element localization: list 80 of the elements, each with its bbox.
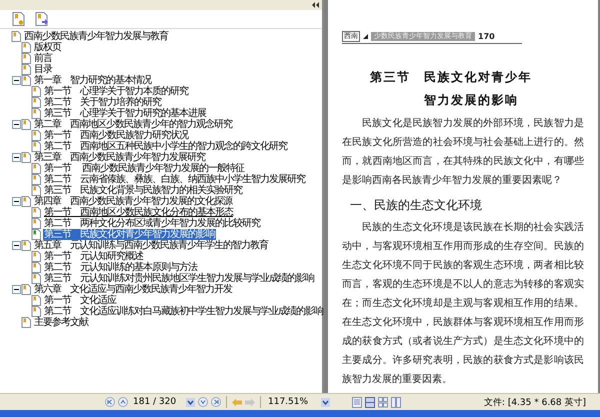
bookmark-icon	[11, 31, 21, 42]
bookmark-item[interactable]: 主要参考文献	[33, 317, 89, 328]
bookmark-icon	[21, 284, 31, 295]
bookmark-icon	[21, 152, 31, 163]
bookmark-item[interactable]: 第三节 心理学关于智力研究的基本进展	[43, 108, 207, 119]
page-number: 170	[478, 32, 495, 41]
continuous-facing-icon[interactable]	[391, 396, 401, 408]
bookmark-item[interactable]: 第四章 西南少数民族青少年智力发展的文化探源	[33, 196, 233, 207]
bookmark-item[interactable]: 第一章 智力研究的基本情况	[33, 75, 152, 86]
next-page-icon[interactable]	[198, 397, 208, 407]
bookmark-icon	[31, 251, 41, 262]
bookmark-icon	[31, 97, 41, 108]
bookmark-icon	[31, 163, 41, 174]
section-title: 智力发展的影响	[423, 92, 520, 109]
last-page-icon[interactable]	[211, 397, 221, 407]
collapse-box-icon[interactable]	[12, 285, 21, 294]
bookmark-icon	[31, 185, 41, 196]
triangle-icon	[363, 34, 368, 39]
bookmark-item[interactable]: 第二节 关于智力培养的研究	[43, 97, 162, 108]
section-title: 第三节 民族文化对青少年	[369, 69, 533, 86]
bookmark-item[interactable]: 前言	[33, 53, 53, 64]
bookmark-icon	[31, 306, 41, 317]
bookmark-item[interactable]: 第一节 西南地区少数民族文化分布的基本形态	[43, 207, 234, 218]
bookmark-icon	[31, 295, 41, 306]
bookmark-item[interactable]: 第六章 文化适应与西南少数民族青少年智力开发	[33, 284, 233, 295]
bookmark-icon	[31, 229, 41, 240]
bookmark-item[interactable]: 第二章 西南地区少数民族青少年的智力观念研究	[33, 119, 233, 130]
dropdown-icon[interactable]	[321, 398, 330, 406]
facing-pages-icon[interactable]	[378, 396, 388, 408]
bookmark-item[interactable]: 第五章 元认知训练与西南少数民族青少年学生的智力教育	[33, 240, 269, 251]
collapse-panel-icon[interactable]	[312, 2, 319, 8]
bookmark-item[interactable]: 第一节 西南少数民族青少年智力发展的一般特征	[43, 163, 246, 174]
bookmark-icon	[31, 207, 41, 218]
bookmark-icon	[21, 64, 31, 75]
bookmark-item[interactable]: 第二节 西南地区五种民族中小学生的智力观念的跨文化研究	[43, 141, 288, 152]
bookmark-icon	[21, 240, 31, 251]
bookmark-item[interactable]: 第三节 民族文化对青少年智力发展的影响	[43, 229, 216, 240]
bookmark-icon	[31, 86, 41, 97]
bookmark-icon	[31, 262, 41, 273]
first-page-icon[interactable]	[105, 397, 115, 407]
bookmark-icon	[31, 174, 41, 185]
body-paragraph: 民族的生态文化环境是该民族在长期的社会实践活动中，与客观环境相互作用而形成的生存空间。民族的生态文化环境不同于民族的客观生态环境，两者相比较而言，客观的生态环境是不以人的意志为转移的客观实在；而生态文化环境却是主观与客观相互作用的结果。在生态文化环境中，民族群体与客观环境相互作用而形成的获食方式（或者说生产方式）是生态文化环境中的主要成分。许多研究表明，民族的获食方式是影响该民族智力发展的重要因素。	[342, 220, 584, 387]
bookmark-item[interactable]: 第一节 心理学关于智力本质的研究	[43, 86, 189, 97]
dropdown-icon[interactable]	[186, 398, 195, 406]
collapse-box-icon[interactable]	[12, 241, 21, 250]
collapse-box-icon[interactable]	[12, 76, 21, 85]
bookmark-icon	[21, 75, 31, 86]
file-size-text: 文件: [4.35 * 6.68 英寸]	[484, 396, 586, 408]
continuous-page-icon[interactable]	[365, 396, 375, 408]
bookmark-icon	[21, 42, 31, 53]
bookmark-item[interactable]: 第二节 两种文化分布区域青少年智力发展的比较研究	[43, 218, 261, 229]
bookmark-arrow-icon[interactable]	[35, 12, 48, 26]
bookmark-item[interactable]: 第一节 元认知研究概述	[43, 251, 144, 262]
bookmark-item[interactable]: 第二节 文化适应训练对白马藏族初中学生智力发展与学业成绩的影响	[43, 306, 324, 317]
subsection-heading: 一、民族的生态文化环境	[350, 197, 483, 213]
bookmark-item[interactable]: 西南少数民族青少年智力发展与教育	[23, 31, 169, 42]
single-page-icon[interactable]	[352, 396, 362, 408]
bookmark-item[interactable]: 目录	[33, 64, 53, 75]
bookmark-item[interactable]: 版权页	[33, 42, 62, 53]
bookmark-icon	[31, 108, 41, 119]
bookmark-icon	[31, 130, 41, 141]
bookmark-icon	[31, 218, 41, 229]
collapse-box-icon[interactable]	[12, 153, 21, 162]
bookmark-item[interactable]: 第一节 西南少数民族智力研究状况	[43, 130, 189, 141]
bookmark-item[interactable]: 第一节 文化适应	[43, 295, 117, 306]
bookmark-item[interactable]: 第二节 云南省傣族、彝族、白族、纳西族中小学生智力发展研究	[43, 174, 306, 185]
bookmark-icon	[31, 141, 41, 152]
body-paragraph: 民族文化是民族智力发展的外部环境，民族智力是在民族文化所营造的社会环境与社会基础上进行的。然而，就西南地区而言，在其特殊的民族文化中，有哪些是影响西南各民族青少年智力发展的重要因素呢？	[342, 116, 584, 188]
bookmark-icon	[21, 53, 31, 64]
bookmark-item[interactable]: 第二节 元认知训练的基本原则与方法	[43, 262, 198, 273]
bookmark-icon	[21, 196, 31, 207]
bookmark-icon	[31, 273, 41, 284]
bookmark-item[interactable]: 第三章 西南少数民族青少年智力发展研究	[33, 152, 206, 163]
bookmark-item[interactable]: 第三节 元认知训练对贵州民族地区学生智力发展与学业成绩的影响	[43, 273, 315, 284]
collapse-box-icon[interactable]	[12, 197, 21, 206]
previous-page-icon[interactable]	[118, 397, 128, 407]
bookmark-item[interactable]: 第三节 民族文化背景与民族智力的相关实验研究	[43, 185, 243, 196]
bookmark-icon	[21, 119, 31, 130]
collapse-box-icon[interactable]	[12, 120, 21, 129]
bookmark-icon	[21, 317, 31, 328]
